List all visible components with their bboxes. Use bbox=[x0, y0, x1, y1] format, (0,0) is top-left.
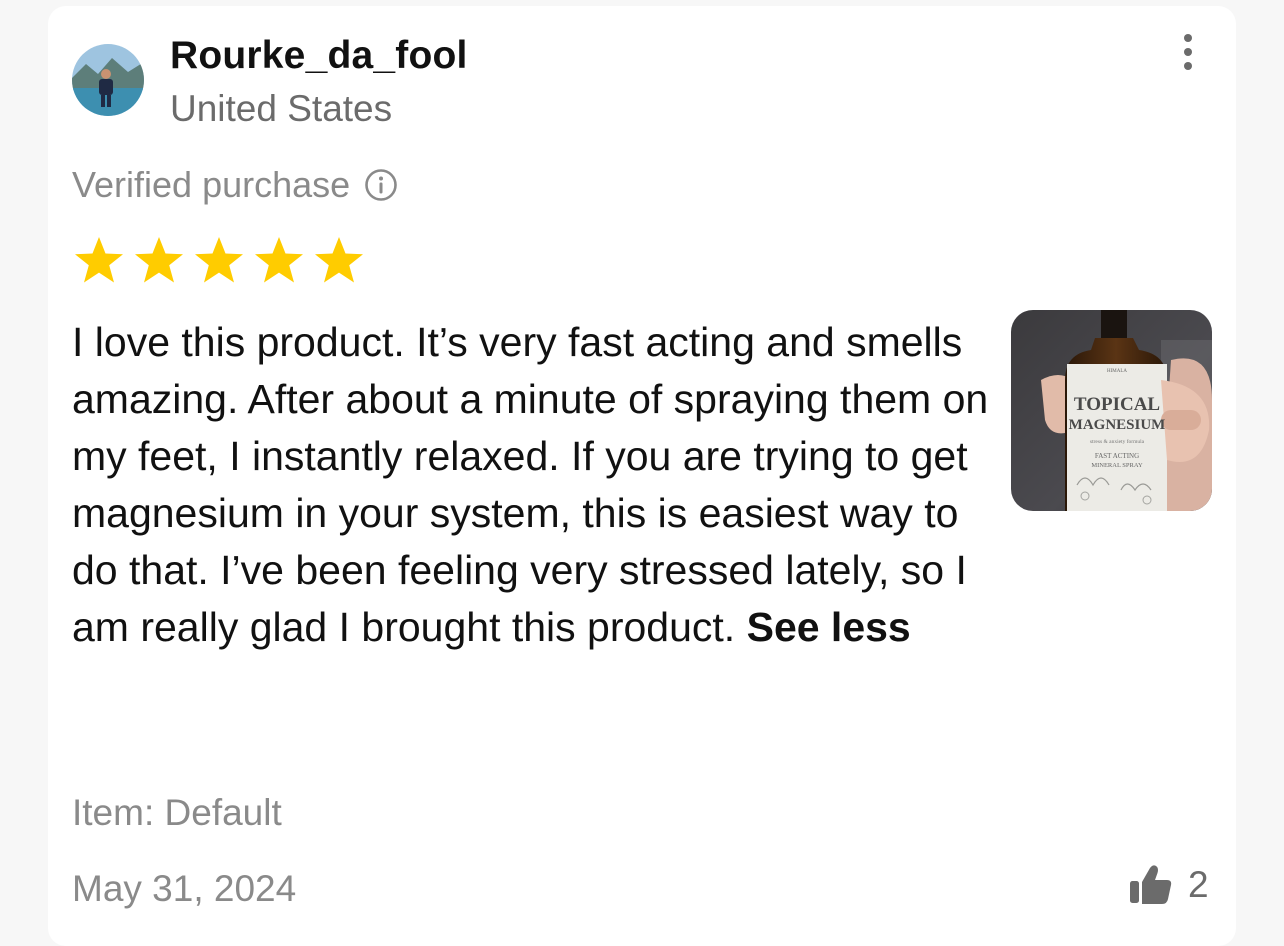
star-icon bbox=[315, 237, 363, 283]
review-photo[interactable]: HIMALA TOPICAL MAGNESIUM stress & anxiet… bbox=[1011, 310, 1212, 511]
star-rating bbox=[72, 234, 366, 288]
svg-text:HIMALA: HIMALA bbox=[1107, 369, 1127, 374]
avatar-image bbox=[72, 44, 144, 116]
review-body: I love this product. It’s very fast acti… bbox=[72, 319, 989, 650]
review-text: I love this product. It’s very fast acti… bbox=[72, 314, 1012, 656]
star-icon bbox=[75, 237, 123, 283]
more-vertical-icon-dot bbox=[1184, 34, 1192, 42]
star-icon bbox=[255, 237, 303, 283]
info-circle-icon[interactable] bbox=[364, 168, 398, 202]
product-photo-image: HIMALA TOPICAL MAGNESIUM stress & anxiet… bbox=[1011, 310, 1212, 511]
more-vertical-icon-dot bbox=[1184, 48, 1192, 56]
avatar[interactable] bbox=[72, 44, 144, 116]
reviewer-country: United States bbox=[170, 88, 393, 129]
see-less-link[interactable]: See less bbox=[747, 604, 911, 650]
more-vertical-icon-dot bbox=[1184, 62, 1192, 70]
review-card: Rourke_da_fool United States Verified pu… bbox=[48, 6, 1236, 946]
star-icon bbox=[135, 237, 183, 283]
photo-label-line3: stress & anxiety formula bbox=[1090, 438, 1145, 445]
review-date: May 31, 2024 bbox=[72, 868, 297, 909]
reviewer-name[interactable]: Rourke_da_fool bbox=[170, 34, 468, 78]
star-icon bbox=[195, 237, 243, 283]
photo-label-line2: MAGNESIUM bbox=[1069, 417, 1166, 433]
photo-label-line1: TOPICAL bbox=[1074, 394, 1160, 415]
helpful-button[interactable]: 2 bbox=[1128, 862, 1209, 908]
thumbs-up-icon bbox=[1130, 865, 1172, 904]
photo-label-line5: MINERAL SPRAY bbox=[1091, 462, 1143, 469]
item-variant: Item: Default bbox=[72, 792, 282, 833]
verified-purchase-label: Verified purchase bbox=[72, 164, 351, 205]
more-options-button[interactable] bbox=[1164, 26, 1212, 78]
photo-label-line4: FAST ACTING bbox=[1095, 452, 1139, 460]
helpful-count: 2 bbox=[1188, 864, 1209, 905]
verified-purchase: Verified purchase bbox=[72, 164, 398, 206]
